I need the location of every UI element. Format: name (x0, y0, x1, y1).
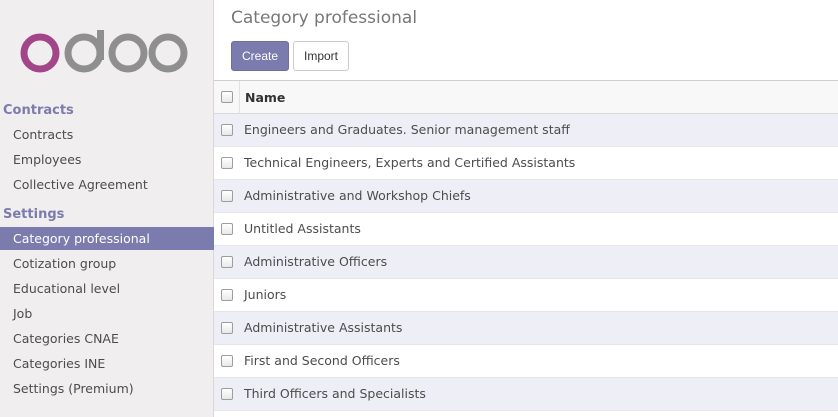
sidebar-item-employees[interactable]: Employees (0, 148, 214, 171)
column-header-name[interactable]: Name (245, 81, 285, 114)
row-name: Untitled Assistants (244, 221, 361, 236)
select-all-checkbox[interactable] (221, 91, 233, 103)
sidebar-section-contracts: Contracts (3, 103, 74, 118)
app-window: Contracts Contracts Employees Collective… (0, 0, 838, 417)
row-checkbox[interactable] (221, 124, 233, 136)
main-content: Category professional Create Import Name… (214, 0, 838, 417)
table-row[interactable]: Technical Engineers, Experts and Certifi… (214, 147, 838, 180)
row-name: Third Officers and Specialists (244, 386, 426, 401)
row-checkbox[interactable] (221, 355, 233, 367)
sidebar-item-educational-level[interactable]: Educational level (0, 277, 214, 300)
sidebar-item-category-professional[interactable]: Category professional (0, 227, 214, 250)
row-name: Administrative Assistants (244, 320, 403, 335)
row-checkbox[interactable] (221, 157, 233, 169)
sidebar-item-collective-agreement[interactable]: Collective Agreement (0, 173, 214, 196)
list-table: Name Engineers and Graduates. Senior man… (214, 81, 838, 411)
row-name: Engineers and Graduates. Senior manageme… (244, 122, 570, 137)
page-title: Category professional (231, 8, 418, 28)
sidebar-item-categories-ine[interactable]: Categories INE (0, 352, 214, 375)
row-checkbox[interactable] (221, 256, 233, 268)
sidebar-section-settings: Settings (3, 207, 65, 222)
column-divider (239, 81, 240, 114)
row-name: Administrative Officers (244, 254, 388, 269)
row-checkbox[interactable] (221, 289, 233, 301)
row-checkbox[interactable] (221, 322, 233, 334)
row-name: Juniors (244, 287, 287, 302)
odoo-logo-icon (20, 30, 188, 73)
row-checkbox[interactable] (221, 388, 233, 400)
import-button[interactable]: Import (293, 41, 349, 71)
row-checkbox[interactable] (221, 223, 233, 235)
row-checkbox[interactable] (221, 190, 233, 202)
table-row[interactable]: Administrative Officers (214, 246, 838, 279)
table-header: Name (214, 81, 838, 114)
table-row[interactable]: Untitled Assistants (214, 213, 838, 246)
odoo-logo[interactable] (20, 30, 190, 76)
control-panel: Category professional Create Import (214, 0, 838, 81)
sidebar-item-cotization-group[interactable]: Cotization group (0, 252, 214, 275)
table-row[interactable]: Juniors (214, 279, 838, 312)
table-row[interactable]: Third Officers and Specialists (214, 378, 838, 411)
sidebar-item-contracts[interactable]: Contracts (0, 123, 214, 146)
table-row[interactable]: First and Second Officers (214, 345, 838, 378)
row-name: Administrative and Workshop Chiefs (244, 188, 471, 203)
table-row[interactable]: Administrative Assistants (214, 312, 838, 345)
row-name: Technical Engineers, Experts and Certifi… (244, 155, 576, 170)
row-name: First and Second Officers (244, 353, 400, 368)
sidebar-item-job[interactable]: Job (0, 302, 214, 325)
sidebar: Contracts Contracts Employees Collective… (0, 0, 214, 417)
sidebar-item-categories-cnae[interactable]: Categories CNAE (0, 327, 214, 350)
table-row[interactable]: Engineers and Graduates. Senior manageme… (214, 114, 838, 147)
table-row[interactable]: Administrative and Workshop Chiefs (214, 180, 838, 213)
create-button[interactable]: Create (231, 41, 289, 71)
sidebar-item-settings-premium[interactable]: Settings (Premium) (0, 377, 214, 400)
